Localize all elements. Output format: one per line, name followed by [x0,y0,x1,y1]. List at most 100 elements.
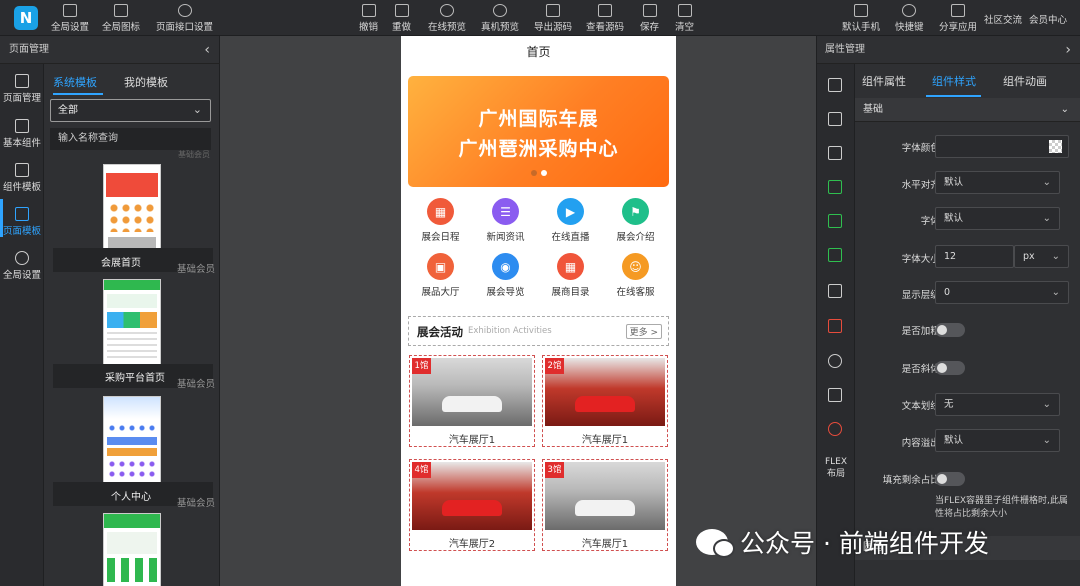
shortcuts-button[interactable]: 快捷键 [895,4,924,33]
save-button[interactable]: 保存 [640,4,659,33]
hall-card[interactable]: 3馆 汽车展厅1 [542,459,668,551]
copy-icon[interactable] [828,146,842,160]
redo-button[interactable]: 重做 [392,4,411,33]
rail-page-templates[interactable]: 页面模板 [0,207,44,237]
share-icon [951,4,965,17]
font-select[interactable]: 默认 ⌄ [935,207,1060,230]
undo-button[interactable]: 撤销 [359,4,378,33]
community-link[interactable]: 社区交流 [984,12,1022,26]
rail-page-manage[interactable]: 页面管理 [0,74,44,104]
page-template-icon [15,207,29,221]
code-icon [598,4,612,17]
toolbar-label: 默认手机 [842,22,881,33]
unlock-icon[interactable] [828,284,842,298]
save-icon [642,4,657,17]
select-value: 0 [944,287,951,298]
collapse-left-icon[interactable]: ‹ [204,36,210,64]
image-icon [114,4,128,17]
bold-toggle[interactable] [935,323,965,337]
flex-label: FLEX [824,457,848,467]
grid-item[interactable]: ☰ 新闻资讯 [473,198,538,243]
template-icon [15,163,29,177]
flag-icon: ⚑ [622,198,649,225]
flex-layout-button[interactable]: FLEX 布局 [817,456,855,480]
arrow-down-icon[interactable] [828,112,842,126]
rail-component-templates[interactable]: 组件模板 [0,163,44,193]
thumb-block [107,532,157,554]
trash-icon [677,4,692,17]
flex-fill-toggle[interactable] [935,472,965,486]
decoration-select[interactable]: 无 ⌄ [935,393,1060,416]
hall-caption: 汽车展厅2 [448,539,496,550]
doc-icon[interactable] [828,214,842,228]
align-select[interactable]: 默认 ⌄ [935,171,1060,194]
hall-card[interactable]: 1馆 汽车展厅1 [409,355,535,447]
tab-component-style[interactable]: 组件样式 [932,73,976,89]
grid-item[interactable]: ◉ 展会导览 [473,253,538,298]
font-size-input[interactable]: 12 [935,245,1014,268]
swiper-dot[interactable] [531,170,537,176]
share-app-button[interactable]: 分享应用 [939,4,977,33]
hall-card[interactable]: 4馆 汽车展厅2 [409,459,535,551]
phone-preview[interactable]: 首页 广州国际车展 广州琶洲采购中心 ▦ 展会日程 ☰ 新闻资讯 ▶ 在线直播 ⚑ 展会介绍 ▣… [401,36,676,586]
device-preview-button[interactable]: 真机预览 [481,4,519,33]
more-link[interactable]: 更多 > [625,324,662,339]
send-icon [546,4,560,17]
grid-item[interactable]: ▦ 展会日程 [408,198,473,243]
link-icon[interactable] [828,354,842,368]
rail-global-settings[interactable]: 全局设置 [0,251,44,281]
template-card[interactable]: 采购平台首页 基础会员 [53,279,215,390]
grid-item[interactable]: ▶ 在线直播 [538,198,603,243]
thumb-bar [107,437,157,445]
edit-icon[interactable] [828,248,842,262]
puzzle-icon[interactable] [828,180,842,194]
section-basic[interactable]: 基础 ⌄ [855,98,1080,122]
grid-item[interactable]: ⚑ 展会介绍 [603,198,668,243]
arrow-up-icon[interactable] [828,78,842,92]
page-api-settings-button[interactable]: 页面接口设置 [156,4,213,33]
font-color-picker[interactable] [935,135,1069,158]
template-search-input[interactable]: 输入名称查询 [50,128,211,150]
export-source-button[interactable]: 导出源码 [534,4,572,33]
italic-toggle[interactable] [935,361,965,375]
view-source-button[interactable]: 查看源码 [586,4,624,33]
overflow-select[interactable]: 默认 ⌄ [935,429,1060,452]
settings-icon[interactable] [828,422,842,436]
panel-title: 页面管理 [9,44,49,55]
template-card[interactable]: 会展首页 基础会员 [53,162,215,275]
font-size-unit-select[interactable]: px ⌄ [1014,245,1069,268]
template-card[interactable]: 个人中心 基础会员 [53,396,215,509]
grid-item-label: 在线客服 [616,287,655,298]
global-settings-button[interactable]: 全局设置 [51,4,89,33]
right-panel: 属性管理 › FLEX 布局 组件属性 组件样式 组件动画 基础 ⌄ 字体颜色:… [816,36,1080,586]
thumb-block [107,294,157,308]
collapse-right-icon[interactable]: › [1065,36,1071,64]
member-center-link[interactable]: 会员中心 [1029,12,1067,26]
global-icon-button[interactable]: 全局图标 [102,4,140,33]
tab-my-templates[interactable]: 我的模板 [124,74,168,90]
default-phone-button[interactable]: 默认手机 [842,4,880,33]
swiper-dot-active[interactable] [541,170,547,176]
toolbar-label: 全局图标 [102,22,141,33]
color-swatch-icon [1049,140,1062,153]
rail-label: 基本组件 [2,138,41,149]
tab-system-templates[interactable]: 系统模板 [53,74,97,90]
tab-component-props[interactable]: 组件属性 [862,73,906,89]
puzzle-icon [15,119,29,133]
zindex-select[interactable]: 0 ⌄ [935,281,1069,304]
delete-icon[interactable] [828,319,842,333]
right-panel-header: 属性管理 › [817,36,1080,64]
category-select[interactable]: 全部 ⌄ [50,99,211,122]
grid-item[interactable]: ☺ 在线客服 [603,253,668,298]
clear-button[interactable]: 清空 [675,4,694,33]
tab-component-animation[interactable]: 组件动画 [1003,73,1047,89]
template-card[interactable] [53,513,213,586]
layers-icon[interactable] [828,388,842,402]
banner-swiper[interactable]: 广州国际车展 广州琶洲采购中心 [408,76,669,187]
grid-item[interactable]: ▦ 展商目录 [538,253,603,298]
rail-basic-components[interactable]: 基本组件 [0,119,44,149]
thumb-profile [104,397,160,419]
hall-card[interactable]: 2馆 汽车展厅1 [542,355,668,447]
grid-item[interactable]: ▣ 展品大厅 [408,253,473,298]
online-preview-button[interactable]: 在线预览 [428,4,466,33]
